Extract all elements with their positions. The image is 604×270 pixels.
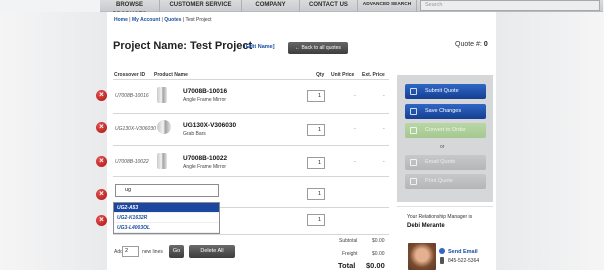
save-changes-label: Save Changes — [425, 108, 462, 114]
autocomplete-option[interactable]: UG3-L4003OL — [114, 223, 219, 233]
breadcrumb-quotes[interactable]: Quotes — [164, 17, 181, 23]
product-description: Grab Bars — [183, 131, 206, 137]
save-changes-button[interactable]: Save Changes — [405, 104, 486, 119]
table-rule — [113, 113, 389, 114]
avatar — [408, 243, 436, 270]
table-rule — [113, 234, 389, 235]
qty-input[interactable]: 1 — [307, 157, 325, 169]
envelope-icon — [439, 248, 445, 254]
product-name: U7008B-10016 — [183, 88, 228, 95]
autocomplete-option[interactable]: UG2-A53 — [114, 203, 219, 213]
total-label: Total — [338, 261, 356, 270]
qty-input[interactable]: 1 — [307, 90, 325, 102]
phone-icon — [440, 257, 444, 264]
autocomplete-dropdown: UG2-A53 UG2-K1632R UG3-L4003OL — [113, 202, 220, 234]
table-cell-crossover: UG130X-V306030 — [115, 126, 156, 132]
delete-all-button[interactable]: Delete All — [189, 245, 235, 258]
header-unit-price: Unit Price — [331, 72, 355, 78]
add-lines-count-input[interactable]: 2 — [122, 246, 139, 257]
product-name: U7008B-10022 — [183, 155, 228, 162]
unit-price: - — [354, 159, 356, 165]
product-thumbnail — [157, 153, 167, 169]
qty-input[interactable]: 1 — [307, 214, 325, 226]
email-quote-label: Email Quote — [425, 159, 456, 165]
quote-number: Quote #: 0 — [455, 41, 488, 48]
unit-price: - — [354, 93, 356, 99]
breadcrumb: Home | My Account | Quotes | Test Projec… — [114, 17, 212, 23]
subtotal-label: Subtotal — [339, 238, 358, 244]
back-to-quotes-button[interactable]: ← Back to all quotes — [288, 42, 348, 54]
qty-input[interactable]: 1 — [307, 188, 325, 200]
unit-price: - — [354, 126, 356, 132]
product-thumbnail — [157, 120, 171, 134]
email-quote-button[interactable]: Email Quote — [405, 155, 486, 170]
submit-quote-button[interactable]: Submit Quote — [405, 84, 486, 99]
table-rule — [113, 145, 389, 146]
submit-icon — [410, 88, 417, 95]
table-cell-crossover: U7008B-10016 — [115, 93, 149, 99]
delete-row-icon[interactable]: × — [96, 189, 107, 200]
delete-row-icon[interactable]: × — [96, 215, 107, 226]
delete-row-icon[interactable]: × — [96, 156, 107, 167]
manager-phone: 845-522-5364 — [448, 258, 480, 264]
email-icon — [410, 159, 417, 166]
header-crossover-id: Crossover ID — [114, 72, 146, 78]
header-product-name: Product Name — [154, 72, 188, 78]
submit-quote-label: Submit Quote — [425, 88, 459, 94]
nav-contact-us[interactable]: CONTACT US — [300, 0, 358, 12]
autocomplete-option[interactable]: UG2-K1632R — [114, 213, 219, 223]
convert-to-order-button[interactable]: Convert to Order — [405, 123, 486, 138]
product-name: UG130X-V306030 — [183, 122, 237, 129]
table-rule — [113, 176, 389, 177]
save-icon — [410, 108, 417, 115]
relationship-manager-name: Debi Merante — [407, 223, 445, 229]
breadcrumb-home[interactable]: Home — [114, 17, 128, 23]
product-description: Angle Frame Mirror — [183, 97, 227, 103]
ext-price: - — [383, 159, 385, 165]
header-qty: Qty — [316, 72, 325, 78]
edit-name-link[interactable]: [Edit Name] — [244, 44, 275, 50]
print-quote-button[interactable]: Print Quote — [405, 174, 486, 189]
nav-customer-service[interactable]: CUSTOMER SERVICE — [160, 0, 242, 12]
quote-number-value: 0 — [483, 41, 488, 48]
page-background-left — [0, 12, 107, 270]
search-input[interactable]: Search — [420, 0, 600, 11]
total-value: $0.00 — [366, 261, 385, 270]
table-cell-crossover: U7008B-10022 — [115, 159, 149, 165]
print-quote-label: Print Quote — [425, 178, 453, 184]
breadcrumb-current: Test Project — [185, 17, 212, 23]
or-divider: or — [440, 144, 445, 150]
header-ext-price: Ext. Price — [362, 72, 385, 78]
product-search-input[interactable]: ug — [115, 184, 219, 197]
page-title: Project Name: Test Project — [113, 40, 253, 52]
go-button[interactable]: Go — [169, 245, 184, 258]
print-icon — [410, 178, 417, 185]
ext-price: - — [383, 93, 385, 99]
ext-price: - — [383, 126, 385, 132]
nav-browse-products[interactable]: BROWSE PRODUCTS — [100, 0, 160, 18]
top-navigation: BROWSE PRODUCTS CUSTOMER SERVICE COMPANY… — [100, 0, 603, 18]
cart-icon — [410, 127, 417, 134]
new-lines-label: new lines — [142, 249, 163, 255]
breadcrumb-my-account[interactable]: My Account — [132, 17, 160, 23]
table-rule — [113, 79, 389, 80]
qty-input[interactable]: 1 — [307, 124, 325, 136]
page-background-right — [496, 12, 604, 270]
freight-value: $0.00 — [372, 251, 385, 257]
freight-label: Freight — [342, 251, 358, 257]
product-description: Angle Frame Mirror — [183, 164, 227, 170]
nav-company[interactable]: COMPANY — [242, 0, 300, 12]
convert-to-order-label: Convert to Order — [425, 127, 466, 133]
relationship-manager-label: Your Relationship Manager is — [407, 214, 473, 220]
delete-row-icon[interactable]: × — [96, 122, 107, 133]
quote-number-label: Quote #: — [455, 41, 482, 48]
product-thumbnail — [157, 87, 167, 103]
nav-advanced-search[interactable]: ADVANCED SEARCH — [358, 0, 417, 12]
send-email-link[interactable]: Send Email — [448, 249, 478, 255]
subtotal-value: $0.00 — [372, 238, 385, 244]
delete-row-icon[interactable]: × — [96, 90, 107, 101]
